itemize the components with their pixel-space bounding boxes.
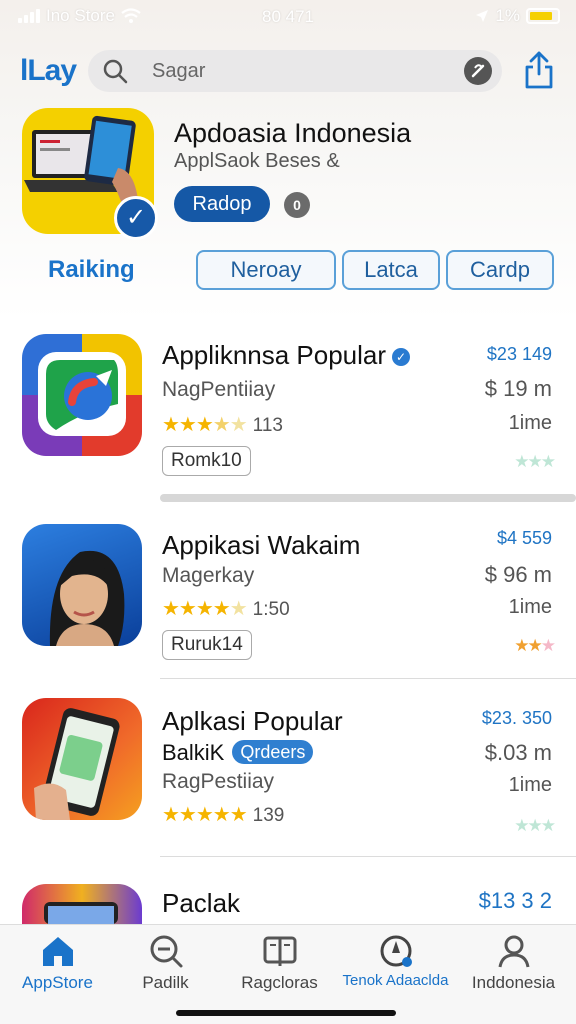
app-time-3: 1ime xyxy=(508,774,552,796)
filter-chip-2[interactable]: Latca xyxy=(342,250,440,290)
row-separator xyxy=(160,856,576,857)
tab-label: Ragcloras xyxy=(241,973,318,992)
scroll-divider xyxy=(160,494,576,502)
app-name-1[interactable]: Appliknnsa Popular ✓ xyxy=(162,340,411,371)
app-tag-1: Romk10 xyxy=(162,446,251,476)
search-icon xyxy=(103,59,128,84)
app-time-2: 1ime xyxy=(508,596,552,618)
battery-icon xyxy=(526,8,560,24)
home-indicator[interactable] xyxy=(176,1010,396,1016)
rating-stars-3: ★★★★★ 139 xyxy=(162,804,285,826)
app-logo: lLay xyxy=(20,54,77,87)
tab-bar: AppStore Padilk Ragcloras Tenok Adaaclda xyxy=(0,924,576,1024)
app-developer-1: NagPentiiay xyxy=(162,378,276,401)
voice-search-icon[interactable] xyxy=(464,57,492,85)
app-price-1[interactable]: $ 19 m xyxy=(485,376,552,402)
mini-rating-2: ★★★ xyxy=(514,636,556,655)
rating-count-3: 139 xyxy=(252,805,285,826)
app-icon-2[interactable] xyxy=(22,524,142,646)
mini-rating-1: ★★★ xyxy=(514,452,556,471)
row-separator xyxy=(160,678,576,679)
tab-label: AppStore xyxy=(22,973,93,992)
app-developer-2: Magerkay xyxy=(162,564,255,587)
tab-label: Inddonesia xyxy=(471,973,556,992)
app-line2-3: BalkiK Qrdeers xyxy=(162,740,314,766)
header: lLay Sagar xyxy=(0,48,576,94)
app-price-top-3: $23. 350 xyxy=(481,708,552,728)
search-bar[interactable]: Sagar xyxy=(88,50,502,92)
app-time-1: 1ime xyxy=(508,412,552,434)
app-price-top-2: $4 559 xyxy=(496,528,552,548)
tab-appstore[interactable]: AppStore xyxy=(0,925,115,1024)
verified-check-icon: ✓ xyxy=(114,196,158,240)
app-price-2[interactable]: $ 96 m xyxy=(485,562,552,588)
search-icon xyxy=(150,935,183,968)
verified-badge-icon: ✓ xyxy=(392,348,411,366)
app-name-4[interactable]: Paclak xyxy=(162,888,240,919)
rating-count-1: 113 xyxy=(252,415,283,436)
rating-stars-1: ★★★★★ 113 xyxy=(162,414,283,436)
app-price-3[interactable]: $.03 m xyxy=(485,740,552,766)
app-developer-3: RagPestiiay xyxy=(162,770,275,793)
status-bar: Ino Store 80 471 1% xyxy=(0,0,576,34)
search-input[interactable]: Sagar xyxy=(152,60,205,83)
book-icon xyxy=(263,936,297,966)
featured-get-button[interactable]: Radop xyxy=(174,186,270,222)
tab-label: Tenok Adaaclda xyxy=(342,972,449,989)
app-price-top-4: $13 3 2 xyxy=(478,888,552,913)
share-icon[interactable] xyxy=(522,50,556,90)
rating-count-2: 1:50 xyxy=(252,599,290,620)
tab-profile[interactable]: Inddonesia xyxy=(456,925,571,1024)
ranking-label[interactable]: Raiking xyxy=(48,256,135,284)
app-icon-4[interactable] xyxy=(22,884,142,924)
mini-rating-3: ★★★ xyxy=(514,816,556,835)
app-name-2[interactable]: Appikasi Wakaim xyxy=(162,530,360,561)
app-icon-1[interactable] xyxy=(22,334,142,456)
app-tag-2: Ruruk14 xyxy=(162,630,252,660)
rating-stars-2: ★★★★★ 1:50 xyxy=(162,598,290,620)
home-icon xyxy=(43,937,73,966)
info-badge[interactable]: 0 xyxy=(284,192,310,218)
app-icon-3[interactable] xyxy=(22,698,142,820)
featured-app-title: Apdoasia Indonesia xyxy=(174,118,412,148)
orders-pill[interactable]: Qrdeers xyxy=(232,740,314,764)
person-icon xyxy=(498,935,530,968)
filter-chip-3[interactable]: Cardp xyxy=(446,250,554,290)
battery-percent: 1% xyxy=(495,6,520,25)
app-price-top-1: $23 149 xyxy=(486,344,552,364)
app-name-3[interactable]: Aplkasi Popular xyxy=(162,706,343,737)
compass-icon xyxy=(380,935,412,967)
filter-chip-1[interactable]: Neroay xyxy=(196,250,336,290)
featured-app-subtitle: ApplSaok Beses & xyxy=(174,150,340,172)
tab-label: Padilk xyxy=(142,973,189,992)
location-icon xyxy=(476,10,489,22)
